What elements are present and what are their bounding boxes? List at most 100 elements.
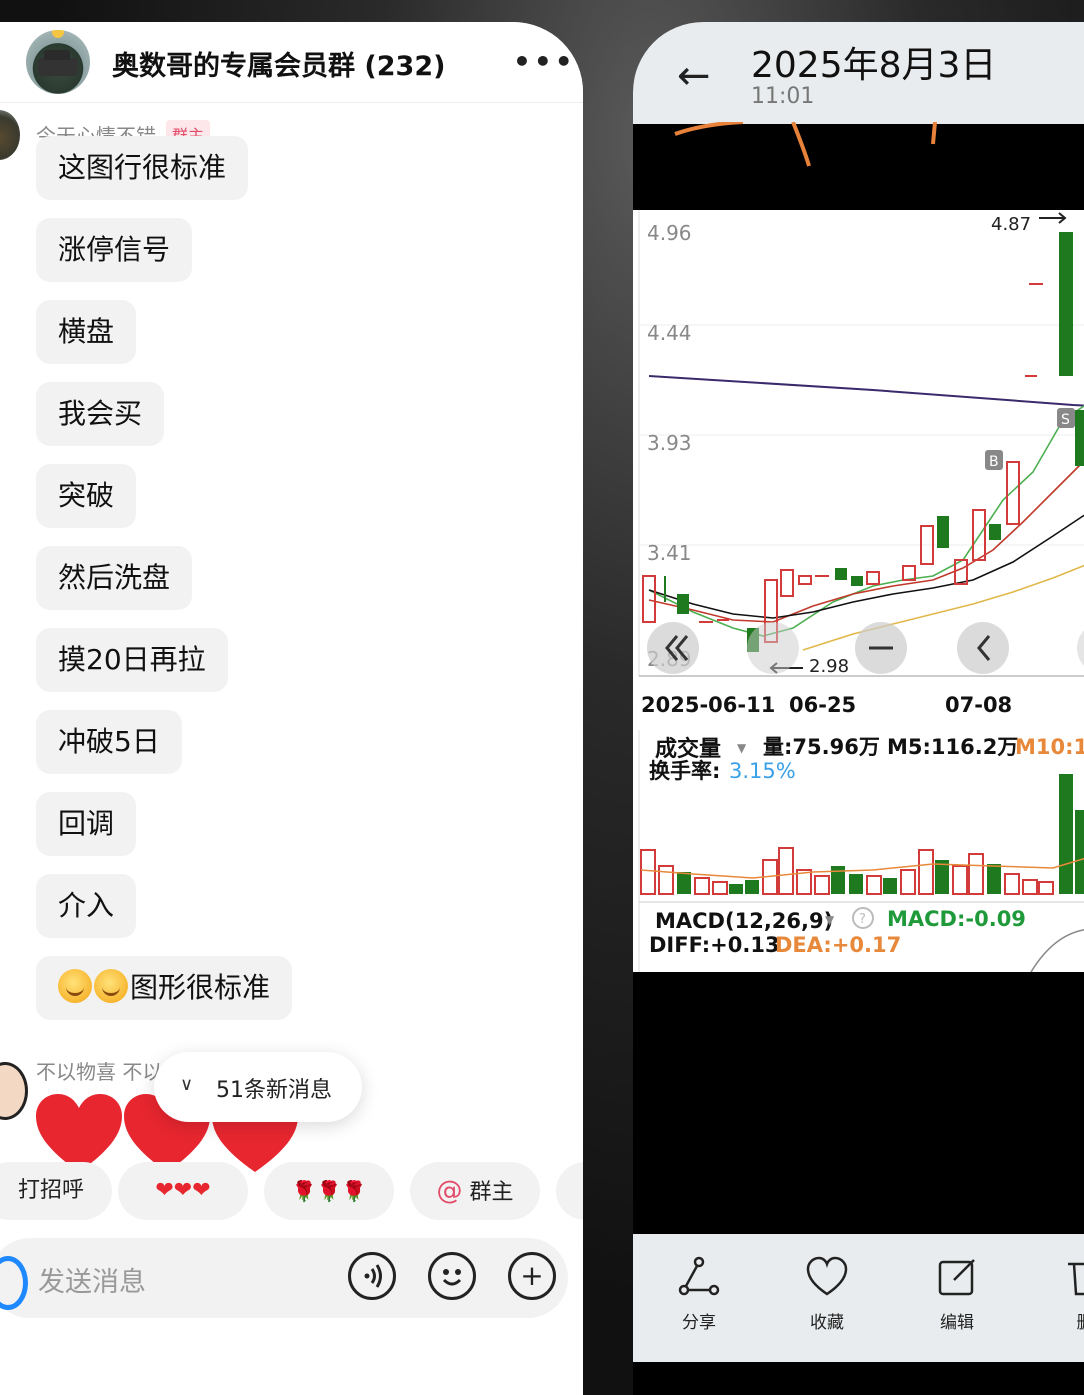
prev-button[interactable] [957,622,1009,674]
kline-chart: 4.96 4.44 3.93 3.41 2.89 [638,210,1084,973]
candle-down [851,576,863,586]
edit-button[interactable]: 编辑 [917,1254,997,1333]
rewind-button[interactable] [647,622,699,674]
low-price-label: 2.98 [809,656,849,677]
edit-icon [938,1259,975,1296]
candle-down [1075,410,1084,466]
message-bubble[interactable]: 这图行很标准 [36,136,249,200]
date-tick: 06-25 [789,693,856,717]
price-tick: 4.44 [647,321,692,345]
car-image [38,50,78,76]
candle-up [642,575,656,623]
emoji-message-bubble[interactable]: 图形很标准 [36,956,293,1020]
volume-m10: M10:18 [1015,735,1084,759]
chat-screen: 奥数哥的专属会员群 (232) ••• 今天心情不错群主 这图行很标准 涨停信号… [0,22,583,1395]
volume-bar [1022,879,1038,895]
share-label: 分享 [682,1313,716,1333]
emoji-button[interactable] [428,1252,476,1300]
favorite-label: 收藏 [810,1313,844,1333]
price-tick: 3.41 [647,541,692,565]
volume-bar [968,853,984,895]
group-title[interactable]: 奥数哥的专属会员群 (232) [112,44,445,83]
stock-chart-screenshot[interactable]: 4.96 4.44 3.93 3.41 2.89 [633,210,1084,973]
image-viewer-screen: ← 2025年8月3日 11:01 4.96 4.44 3.93 3.41 2.… [633,22,1084,1395]
candle-down [989,524,1001,540]
volume-bar [831,866,845,894]
chart-nav-buttons [647,622,1084,674]
favorite-button[interactable]: 收藏 [787,1254,867,1333]
trash-icon [1068,1262,1084,1296]
plus-button[interactable]: + [508,1252,556,1300]
turnover-label: 换手率: [649,759,720,783]
ma-long-line [648,375,1084,407]
message-bubble[interactable]: 摸20日再拉 [36,628,228,692]
quick-reply-greet[interactable]: 打招呼 [0,1162,112,1220]
volume-bar [640,849,656,895]
volume-m5: M5:116.2万 [887,735,1018,759]
candle-down [835,568,847,580]
candle-down [937,516,949,548]
sound-wave-icon [364,1264,382,1288]
high-arrow-icon [1039,212,1067,224]
date-tick: 2025-06-11 [641,693,775,717]
smile-emoji-icon [94,969,128,1003]
quick-reply-hearts[interactable]: ❤❤❤ [118,1162,248,1220]
message-bubble[interactable]: 介入 [36,874,137,938]
sender-avatar[interactable] [0,1062,28,1120]
candle-up [780,569,794,597]
candle-up [798,575,812,585]
quick-reply-mention-owner[interactable]: @ 群主 [410,1162,540,1220]
message-bubble[interactable]: 涨停信号 [36,218,193,282]
message-bubble[interactable]: 突破 [36,464,137,528]
volume-bar [778,847,794,895]
message-bubble[interactable]: 冲破5日 [36,710,182,774]
edit-label: 编辑 [940,1313,974,1333]
smiley-icon [442,1269,462,1286]
volume-bar [658,865,674,895]
dropdown-icon[interactable]: ▼ [737,741,747,755]
volume-bar [745,880,759,894]
sender-avatar[interactable] [0,110,20,160]
volume-bar [952,865,968,895]
delete-button[interactable]: 删 [1045,1254,1084,1333]
message-bubble[interactable]: 回调 [36,792,137,856]
back-arrow-icon[interactable]: ← [677,56,711,96]
message-text: 图形很标准 [130,971,271,1004]
sender-name: 不以物喜 不以 [36,1060,163,1084]
share-button[interactable]: 分享 [659,1254,739,1333]
macd-title[interactable]: MACD(12,26,9) [655,909,833,933]
new-messages-button[interactable]: ∨ 51条新消息 [154,1052,362,1122]
candle-up [1006,461,1020,525]
quick-reply-roses[interactable]: 🌹🌹🌹 [264,1162,394,1220]
volume-bar [987,864,1001,894]
voice-call-button[interactable] [348,1252,396,1300]
share-icon [678,1256,720,1296]
crown-icon [52,30,64,38]
zoom-in-button[interactable] [747,622,799,674]
price-tick: 3.93 [647,431,692,455]
photo-date: 2025年8月3日 [751,45,997,86]
sell-marker-label: S [1061,412,1070,428]
volume-bar [729,884,743,894]
group-avatar[interactable] [26,30,90,94]
message-bubble[interactable]: 我会买 [36,382,165,446]
turnover-value: 3.15% [729,759,796,783]
macd-line [1030,929,1084,973]
volume-bar [1038,881,1054,895]
more-options-icon[interactable]: ••• [513,48,576,76]
volume-bar [918,849,934,895]
message-bubble[interactable]: 然后洗盘 [36,546,193,610]
high-price-label: 4.87 [991,214,1031,235]
quick-reply-more[interactable] [556,1162,583,1220]
volume-bar [900,869,916,895]
next-button[interactable] [1077,622,1084,674]
volume-bar [677,872,691,894]
dropdown-icon[interactable]: ▼ [825,913,835,927]
new-messages-label: 51条新消息 [216,1078,332,1103]
message-bubble[interactable]: 横盘 [36,300,137,364]
volume-bar [712,881,728,895]
chat-header: 奥数哥的专属会员群 (232) ••• [0,22,583,103]
smile-emoji-icon [58,969,92,1003]
buy-marker-label: B [989,454,999,470]
message-input[interactable]: 发送消息 [38,1260,146,1299]
